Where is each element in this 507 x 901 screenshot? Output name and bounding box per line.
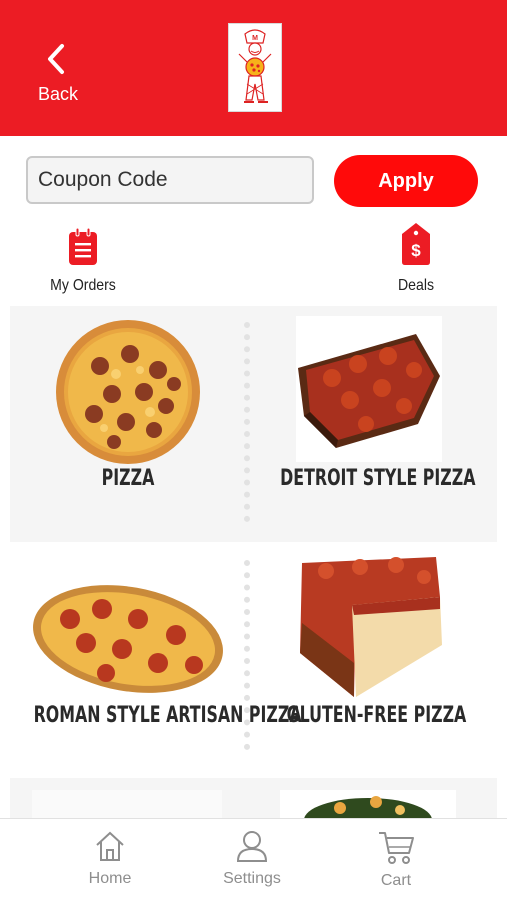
back-button[interactable]: Back bbox=[28, 38, 88, 108]
category-title: GLUTEN-FREE PIZZA bbox=[286, 703, 467, 728]
price-tag-icon: $ bbox=[402, 223, 430, 265]
clipboard-icon bbox=[69, 227, 97, 265]
salad-image bbox=[304, 796, 432, 842]
home-icon bbox=[96, 831, 124, 861]
tab-cart-label: Cart bbox=[380, 872, 412, 889]
tab-settings[interactable]: Settings bbox=[202, 829, 302, 888]
category-card-peek-left[interactable] bbox=[32, 790, 222, 818]
coupon-code-input[interactable] bbox=[26, 156, 314, 204]
tab-home-label: Home bbox=[88, 870, 132, 887]
cart-icon bbox=[379, 832, 414, 864]
deals-link[interactable]: $ Deals bbox=[376, 222, 456, 295]
svg-text:M: M bbox=[252, 35, 258, 42]
roman-pizza-image bbox=[33, 585, 223, 693]
svg-text:$: $ bbox=[411, 241, 421, 260]
category-card-detroit-style-pizza[interactable]: DETROIT STYLE PIZZA bbox=[256, 306, 497, 542]
category-card-roman-style-artisan-pizza[interactable]: ROMAN STYLE ARTISAN PIZZA bbox=[10, 545, 302, 781]
category-title: ROMAN STYLE ARTISAN PIZZA bbox=[33, 703, 302, 728]
category-card-pizza[interactable]: PIZZA bbox=[10, 306, 246, 542]
gluten-free-pizza-image bbox=[296, 553, 442, 699]
back-label: Back bbox=[37, 84, 79, 104]
app-header: Back M bbox=[0, 0, 507, 136]
category-card-gluten-free-pizza[interactable]: GLUTEN-FREE PIZZA bbox=[256, 545, 497, 781]
chef-mascot-icon: M bbox=[238, 29, 272, 103]
apply-coupon-button[interactable]: Apply bbox=[334, 155, 478, 207]
restaurant-logo: M bbox=[228, 23, 282, 112]
user-icon bbox=[236, 831, 268, 862]
bottom-tab-bar: Home Settings Cart bbox=[0, 818, 507, 901]
category-card-peek-right[interactable] bbox=[280, 790, 456, 842]
tab-settings-label: Settings bbox=[223, 870, 281, 887]
detroit-pizza-image bbox=[296, 316, 442, 462]
tab-home[interactable]: Home bbox=[60, 829, 160, 888]
category-title: DETROIT STYLE PIZZA bbox=[280, 466, 476, 491]
category-title: PIZZA bbox=[101, 466, 155, 491]
deals-label: Deals bbox=[398, 277, 434, 294]
my-orders-link[interactable]: My Orders bbox=[40, 226, 126, 295]
chevron-left-icon bbox=[48, 44, 64, 74]
tab-cart[interactable]: Cart bbox=[346, 829, 446, 890]
my-orders-label: My Orders bbox=[50, 277, 116, 294]
pizza-image bbox=[56, 320, 200, 464]
